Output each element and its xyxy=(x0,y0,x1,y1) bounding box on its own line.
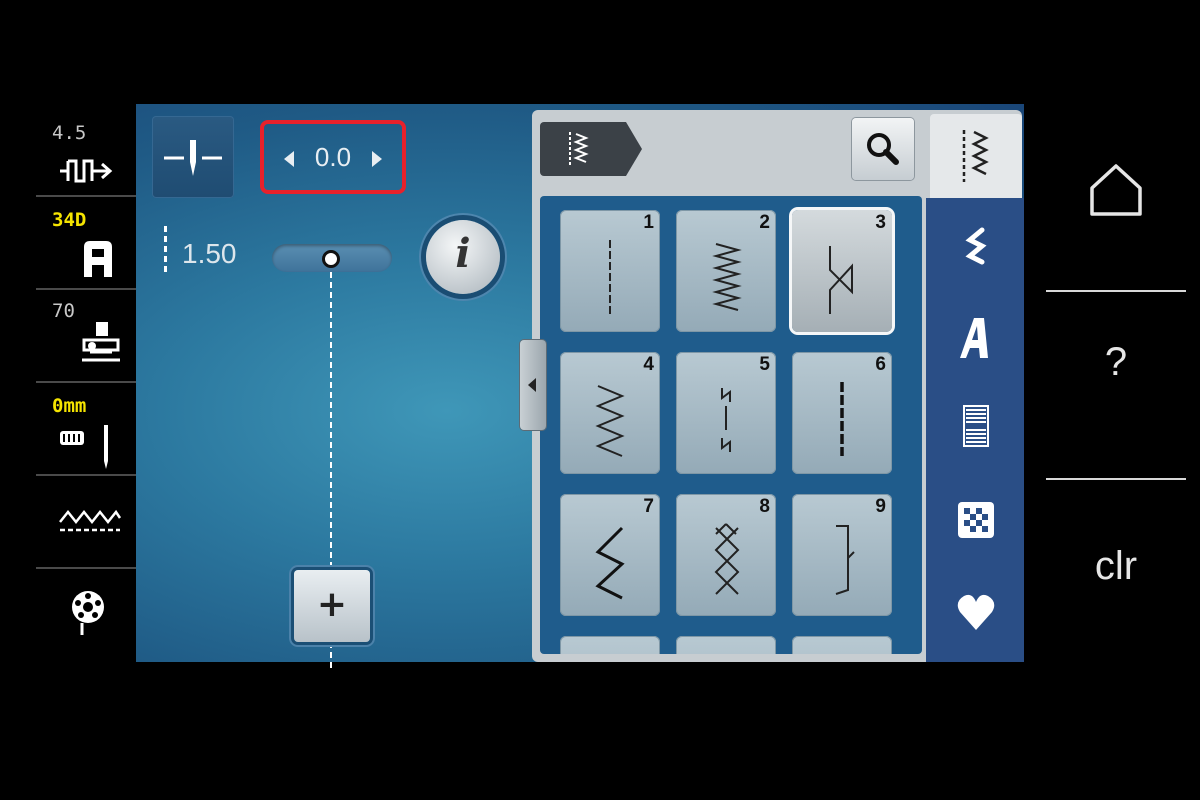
needle-indicator[interactable]: 70 xyxy=(36,290,136,383)
category-column xyxy=(926,198,1024,662)
status-column: 4.5 34D 70 0mm xyxy=(36,104,136,662)
stitch-overview-icon xyxy=(962,130,989,182)
stitch-tile-partial[interactable] xyxy=(676,636,776,654)
straight-stitch-icon xyxy=(609,240,611,314)
triple-zigzag-icon xyxy=(712,243,742,311)
practical-stitches-icon[interactable] xyxy=(956,226,996,270)
presser-foot-icon xyxy=(84,241,112,277)
vari-overlock-icon xyxy=(595,526,625,600)
needle-value: 70 xyxy=(52,300,75,322)
home-button[interactable] xyxy=(1046,156,1186,246)
stitch-tile-1[interactable]: 1 xyxy=(560,210,660,332)
divider xyxy=(1046,290,1186,292)
info-icon: i xyxy=(455,230,471,277)
needle-threader-icon xyxy=(82,322,120,362)
increase-arrow-icon[interactable] xyxy=(372,151,382,167)
clear-button[interactable]: clr xyxy=(1046,544,1186,634)
needle-center-icon xyxy=(164,140,222,176)
help-label: ? xyxy=(1104,340,1128,384)
stitch-tile-4[interactable]: 4 xyxy=(560,352,660,474)
help-button[interactable]: ? xyxy=(1046,340,1186,430)
needle-position-button[interactable] xyxy=(152,116,234,198)
presser-foot-indicator[interactable]: 34D xyxy=(36,197,136,290)
honeycomb-stitch-icon xyxy=(714,523,740,595)
stitch-length-value: 1.50 xyxy=(182,238,237,269)
system-column: ? clr xyxy=(1046,104,1186,662)
serpentine-stitch-icon xyxy=(595,385,625,457)
stitch-selection-tab[interactable] xyxy=(540,122,642,176)
add-button[interactable]: + xyxy=(294,570,370,642)
needle-position-indicator[interactable]: 0mm xyxy=(36,383,136,476)
home-icon xyxy=(1090,164,1142,216)
stitch-width-indicator[interactable]: 4.5 xyxy=(36,104,136,197)
quilt-stitches-icon[interactable] xyxy=(956,498,996,542)
collapse-panel-handle[interactable] xyxy=(520,340,546,430)
triple-straight-icon xyxy=(840,382,844,456)
stitch-tile-3[interactable]: 3 xyxy=(792,210,892,332)
stitch-tile-partial[interactable] xyxy=(560,636,660,654)
stitch-tile-8[interactable]: 8 xyxy=(676,494,776,616)
info-button[interactable]: i xyxy=(426,220,500,294)
stitch-menu-icon xyxy=(569,132,589,166)
stitch-width-icon xyxy=(60,159,113,183)
search-button[interactable] xyxy=(852,118,914,180)
stitch-width-value: 4.5 xyxy=(52,122,87,144)
stitch-type-indicator[interactable] xyxy=(36,476,136,569)
bobbin-icon xyxy=(72,591,104,635)
zigzag-stitch-small-icon xyxy=(59,509,122,532)
needle-position-control: 0.0 xyxy=(260,120,406,194)
alphabets-icon[interactable] xyxy=(956,316,996,360)
stitch-tile-5[interactable]: 5 xyxy=(676,352,776,474)
stitch-overview-tab[interactable] xyxy=(930,114,1022,204)
divider xyxy=(1046,478,1186,480)
plus-icon: + xyxy=(316,584,348,625)
favorites-heart-icon[interactable] xyxy=(956,590,996,634)
stitch-tile-2[interactable]: 2 xyxy=(676,210,776,332)
zigzag-icon xyxy=(829,246,853,314)
clear-label: clr xyxy=(1094,544,1138,588)
bobbin-indicator[interactable] xyxy=(36,569,136,662)
stitch-tile-partial[interactable] xyxy=(792,636,892,654)
needle-plate-icon xyxy=(60,425,108,469)
needle-position-status-value: 0mm xyxy=(52,395,87,417)
stitch-tile-6[interactable]: 6 xyxy=(792,352,892,474)
stitch-grid: 1 2 3 4 5 6 7 8 9 xyxy=(540,196,922,654)
blind-stitch-icon xyxy=(835,525,855,595)
stitch-tile-7[interactable]: 7 xyxy=(560,494,660,616)
presser-foot-value: 34D xyxy=(52,209,87,231)
stitch-length-icon xyxy=(164,226,167,274)
main-screen: 0.0 1.50 + i 1 2 3 4 5 6 7 8 9 xyxy=(136,104,1024,672)
securing-stitch-icon xyxy=(721,388,731,452)
buttonholes-icon[interactable] xyxy=(956,404,996,448)
search-icon xyxy=(867,133,899,165)
stitch-tile-9[interactable]: 9 xyxy=(792,494,892,616)
stitch-length-slider-knob[interactable] xyxy=(322,250,340,268)
